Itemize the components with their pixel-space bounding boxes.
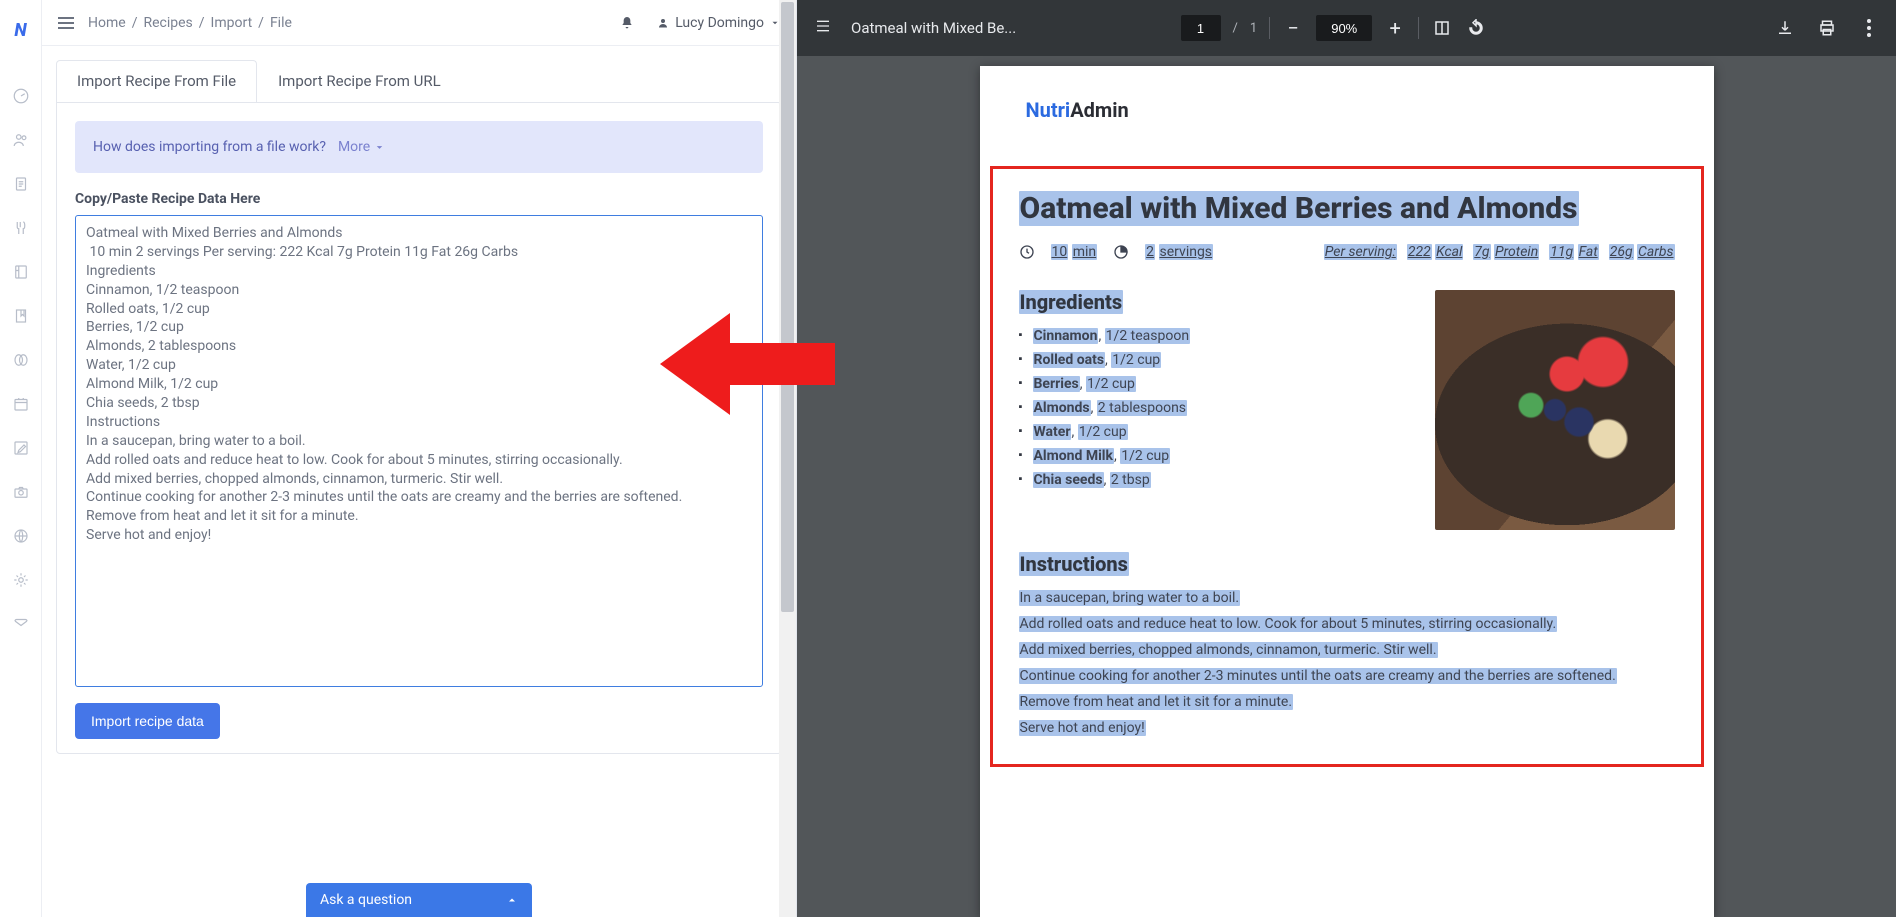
rotate-icon[interactable] [1465, 17, 1487, 39]
billing-icon[interactable] [11, 350, 31, 370]
instruction-step: Serve hot and enjoy! [1019, 720, 1675, 736]
topbar: Home / Recipes / Import / File Lucy Domi… [42, 0, 796, 46]
support-icon[interactable] [11, 614, 31, 634]
tab-import-url[interactable]: Import Recipe From URL [257, 60, 462, 102]
instructions-heading: Instructions [1019, 552, 1675, 576]
left-sidebar: N [0, 0, 42, 917]
browser-scrollbar[interactable] [779, 0, 796, 917]
ingredient-item: Almonds, 2 tablespoons [1019, 400, 1413, 416]
crumb-recipes[interactable]: Recipes [143, 15, 192, 31]
more-icon[interactable] [1858, 17, 1880, 39]
camera-icon[interactable] [11, 482, 31, 502]
ingredients-list: Cinnamon, 1/2 teaspoon Rolled oats, 1/2 c… [1019, 328, 1413, 488]
recipe-title: Oatmeal with Mixed Berries and Almonds [1019, 191, 1675, 226]
instruction-step: Remove from heat and let it sit for a mi… [1019, 694, 1675, 710]
tab-import-file[interactable]: Import Recipe From File [56, 60, 257, 102]
import-panel: How does importing from a file work? Mor… [56, 102, 782, 754]
user-name: Lucy Domingo [675, 15, 764, 31]
ask-question-button[interactable]: Ask a question [306, 883, 532, 917]
pdf-menu-icon[interactable] [813, 18, 833, 38]
zoom-out-button[interactable]: − [1282, 17, 1304, 39]
pdf-page-input[interactable] [1181, 15, 1221, 41]
pdf-viewport[interactable]: NutriAdmin Oatmeal with Mixed Berries an… [797, 56, 1896, 917]
ingredient-item: Chia seeds, 2 tbsp [1019, 472, 1413, 488]
ingredient-item: Almond Milk, 1/2 cup [1019, 448, 1413, 464]
pdf-page: NutriAdmin Oatmeal with Mixed Berries an… [980, 66, 1714, 917]
ingredient-item: Rolled oats, 1/2 cup [1019, 352, 1413, 368]
meals-icon[interactable] [11, 218, 31, 238]
instruction-step: Add mixed berries, chopped almonds, cinn… [1019, 642, 1675, 658]
import-recipe-button[interactable]: Import recipe data [75, 703, 220, 739]
info-banner: How does importing from a file work? Mor… [75, 121, 763, 173]
print-icon[interactable] [1816, 17, 1838, 39]
recipe-meta: 10 min 2 servings Per serving: 222 Kcal … [1019, 244, 1675, 260]
globe-icon[interactable] [11, 526, 31, 546]
paste-label: Copy/Paste Recipe Data Here [75, 191, 763, 207]
scrollbar-thumb[interactable] [781, 2, 794, 612]
user-icon [657, 17, 669, 29]
chevron-down-icon [374, 142, 385, 153]
edit-icon[interactable] [11, 438, 31, 458]
servings-icon [1113, 244, 1129, 260]
settings-icon[interactable] [11, 570, 31, 590]
calendar-icon[interactable] [11, 394, 31, 414]
pdf-zoom-input[interactable] [1316, 15, 1372, 41]
pdf-viewer-pane: Oatmeal with Mixed Be... / 1 − + [797, 0, 1896, 917]
pdf-title: Oatmeal with Mixed Be... [851, 19, 1016, 37]
info-banner-text: How does importing from a file work? [93, 139, 326, 155]
info-more-link[interactable]: More [338, 139, 385, 155]
ingredients-heading: Ingredients [1019, 290, 1413, 314]
import-tabs: Import Recipe From File Import Recipe Fr… [56, 60, 782, 102]
dashboard-icon[interactable] [11, 86, 31, 106]
instruction-step: Continue cooking for another 2-3 minutes… [1019, 668, 1675, 684]
app-pane: N Home / Reci [0, 0, 797, 917]
templates-icon[interactable] [11, 262, 31, 282]
crumb-import[interactable]: Import [211, 15, 253, 31]
pdf-page-sep: / [1233, 21, 1238, 36]
bookmarks-icon[interactable] [11, 306, 31, 326]
chevron-up-icon [506, 894, 518, 906]
instruction-step: In a saucepan, bring water to a boil. [1019, 590, 1675, 606]
ingredient-item: Cinnamon, 1/2 teaspoon [1019, 328, 1413, 344]
breadcrumb: Home / Recipes / Import / File [88, 15, 292, 31]
selection-frame: Oatmeal with Mixed Berries and Almonds 1… [990, 166, 1704, 767]
instructions-list: In a saucepan, bring water to a boil. Add… [1019, 590, 1675, 736]
fit-page-icon[interactable] [1431, 17, 1453, 39]
zoom-in-button[interactable]: + [1384, 17, 1406, 39]
pdf-toolbar: Oatmeal with Mixed Be... / 1 − + [797, 0, 1896, 56]
menu-toggle-icon[interactable] [58, 17, 74, 29]
pdf-page-total: 1 [1250, 21, 1257, 36]
pdf-brand: NutriAdmin [980, 98, 1714, 122]
instruction-step: Add rolled oats and reduce heat to low. … [1019, 616, 1675, 632]
documents-icon[interactable] [11, 174, 31, 194]
recipe-image [1435, 290, 1675, 530]
crumb-home[interactable]: Home [88, 15, 126, 31]
crumb-file: File [270, 15, 292, 31]
download-icon[interactable] [1774, 17, 1796, 39]
recipe-paste-textarea[interactable] [75, 215, 763, 687]
page-body: Import Recipe From File Import Recipe Fr… [42, 46, 796, 917]
notifications-icon[interactable] [619, 15, 635, 31]
clients-icon[interactable] [11, 130, 31, 150]
user-menu[interactable]: Lucy Domingo [657, 15, 780, 31]
brand-logo[interactable]: N [9, 18, 33, 42]
ingredient-item: Berries, 1/2 cup [1019, 376, 1413, 392]
clock-icon [1019, 244, 1035, 260]
ingredient-item: Water, 1/2 cup [1019, 424, 1413, 440]
